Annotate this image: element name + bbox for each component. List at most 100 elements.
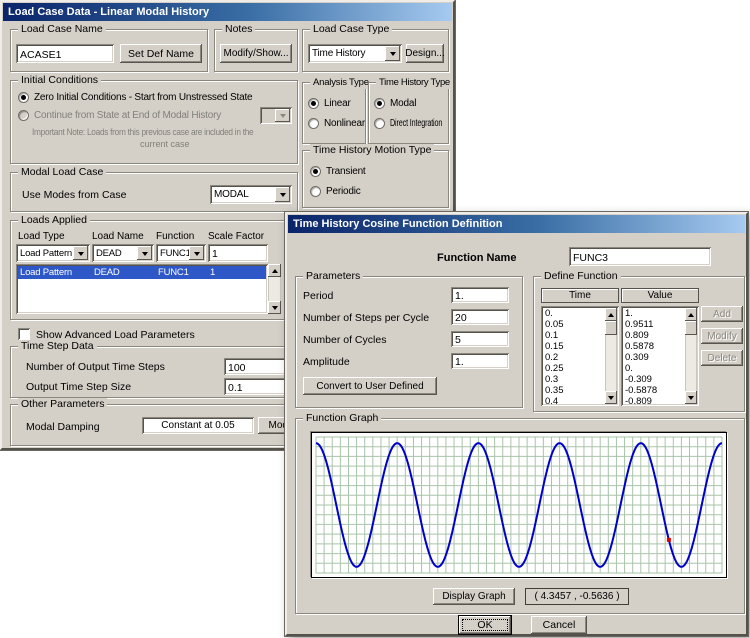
readout-value: ( 4.3457 , -0.5636 ) xyxy=(534,591,619,602)
scale-factor-input[interactable] xyxy=(208,244,268,262)
display-value: Constant at 0.05 xyxy=(161,420,234,431)
group-legend: Load Case Type xyxy=(310,23,392,36)
modal-damping-value: Constant at 0.05 xyxy=(142,417,254,434)
function-dropdown[interactable]: FUNC1 xyxy=(156,244,206,262)
cell-load-name: DEAD xyxy=(94,267,120,278)
cancel-button[interactable]: Cancel xyxy=(531,616,587,634)
dropdown-value: DEAD xyxy=(96,244,122,262)
ok-button[interactable]: OK xyxy=(459,616,511,634)
group-legend: Initial Conditions xyxy=(18,74,101,87)
radio-selected-icon xyxy=(374,98,385,109)
radio-nonlinear[interactable]: Nonlinear xyxy=(308,117,365,130)
radio-direct-integration[interactable]: Direct Integration xyxy=(374,117,463,130)
group-legend: Modal Load Case xyxy=(18,166,106,179)
dialog-title: Load Case Data - Linear Modal History xyxy=(8,6,209,18)
design-button[interactable]: Design... xyxy=(406,44,444,63)
scroll-down-button[interactable] xyxy=(605,391,617,404)
dialog-cosine-function-definition: Time History Cosine Function Definition … xyxy=(285,212,748,636)
triangle-down-icon xyxy=(272,306,278,310)
use-modes-label: Use Modes from Case xyxy=(22,189,126,201)
group-legend: Analysis Type xyxy=(310,76,372,89)
dropdown-arrow-button[interactable] xyxy=(385,46,400,61)
cell-function: FUNC1 xyxy=(158,267,189,278)
load-case-type-dropdown[interactable]: Time History xyxy=(308,44,402,63)
scroll-up-button[interactable] xyxy=(605,308,617,321)
dropdown-arrow-button[interactable] xyxy=(189,246,204,260)
radio-transient[interactable]: Transient xyxy=(310,165,366,178)
dropdown-arrow-button[interactable] xyxy=(137,246,152,260)
function-graph-frame xyxy=(311,432,727,578)
scroll-thumb[interactable] xyxy=(685,321,697,335)
time-list-scrollbar[interactable] xyxy=(605,308,617,404)
button-label: Display Graph xyxy=(442,591,505,602)
radio-label: Linear xyxy=(324,98,351,109)
function-name-input[interactable] xyxy=(569,247,711,266)
dropdown-value: Time History xyxy=(312,44,365,63)
chevron-down-icon xyxy=(194,252,200,256)
loads-list-scrollbar[interactable] xyxy=(268,264,281,314)
group-time-history-type: Time History Type xyxy=(368,82,449,144)
number-of-cycles-label: Number of Cycles xyxy=(303,334,386,346)
number-of-cycles-input[interactable] xyxy=(451,331,509,347)
convert-to-user-defined-button[interactable]: Convert to User Defined xyxy=(303,377,437,395)
chevron-down-icon xyxy=(142,252,148,256)
radio-zero-initial-conditions[interactable]: Zero Initial Conditions - Start from Uns… xyxy=(18,91,252,104)
button-label: Design... xyxy=(405,48,444,59)
radio-selected-icon xyxy=(18,92,29,103)
modal-damping-label: Modal Damping xyxy=(26,421,100,433)
titlebar[interactable]: Time History Cosine Function Definition xyxy=(288,215,745,233)
loads-list[interactable]: Load Pattern DEAD FUNC1 1 xyxy=(16,264,268,314)
notes-modify-show-button[interactable]: Modify/Show... xyxy=(220,44,292,63)
group-legend: Parameters xyxy=(303,270,363,283)
load-name-dropdown[interactable]: DEAD xyxy=(92,244,154,262)
cell-load-type: Load Pattern xyxy=(20,267,72,278)
scroll-down-button[interactable] xyxy=(268,301,281,314)
continue-case-dropdown xyxy=(260,107,292,124)
function-graph-plot[interactable] xyxy=(312,433,726,577)
radio-label: Modal xyxy=(390,98,416,109)
dropdown-arrow-button xyxy=(275,109,290,122)
group-legend: Loads Applied xyxy=(18,214,90,227)
load-case-name-input[interactable] xyxy=(16,44,114,63)
radio-icon xyxy=(374,118,385,129)
chevron-down-icon xyxy=(280,193,286,197)
radio-label: Direct Integration xyxy=(390,118,442,129)
triangle-up-icon xyxy=(608,313,614,317)
group-legend: Time History Type xyxy=(376,76,453,89)
scroll-up-button[interactable] xyxy=(685,308,697,321)
scroll-down-button[interactable] xyxy=(685,391,697,404)
column-header-load-name: Load Name xyxy=(92,231,144,242)
scroll-up-button[interactable] xyxy=(268,264,281,277)
selected-load-row[interactable]: Load Pattern DEAD FUNC1 1 xyxy=(18,266,266,279)
show-advanced-checkbox[interactable] xyxy=(18,328,30,340)
modes-from-case-dropdown[interactable]: MODAL xyxy=(210,185,292,204)
button-label: Modify xyxy=(707,331,736,342)
dropdown-arrow-button[interactable] xyxy=(275,187,290,202)
radio-label: Nonlinear xyxy=(324,118,365,129)
group-legend: Define Function xyxy=(541,270,621,283)
dropdown-arrow-button[interactable] xyxy=(73,246,88,260)
delete-button: Delete xyxy=(701,350,743,366)
value-list-scrollbar[interactable] xyxy=(685,308,697,404)
cell-scale-factor: 1 xyxy=(210,267,215,278)
step-size-label: Output Time Step Size xyxy=(26,381,131,393)
steps-per-cycle-input[interactable] xyxy=(451,309,509,325)
period-label: Period xyxy=(303,290,333,302)
radio-icon xyxy=(18,110,29,121)
dropdown-value: Load Pattern xyxy=(20,244,72,262)
radio-linear[interactable]: Linear xyxy=(308,97,351,110)
amplitude-input[interactable] xyxy=(451,353,509,369)
button-label: Modify/Show... xyxy=(223,48,288,59)
group-legend: Time History Motion Type xyxy=(310,144,434,157)
period-input[interactable] xyxy=(451,287,509,303)
radio-periodic[interactable]: Periodic xyxy=(310,185,361,198)
set-def-name-button[interactable]: Set Def Name xyxy=(120,44,202,63)
radio-selected-icon xyxy=(310,166,321,177)
radio-modal[interactable]: Modal xyxy=(374,97,416,110)
radio-label: Periodic xyxy=(326,186,361,197)
scroll-thumb[interactable] xyxy=(605,321,617,335)
load-type-dropdown[interactable]: Load Pattern xyxy=(16,244,90,262)
display-graph-button[interactable]: Display Graph xyxy=(433,588,515,605)
titlebar[interactable]: Load Case Data - Linear Modal History xyxy=(3,3,452,21)
group-legend: Time Step Data xyxy=(18,340,97,353)
